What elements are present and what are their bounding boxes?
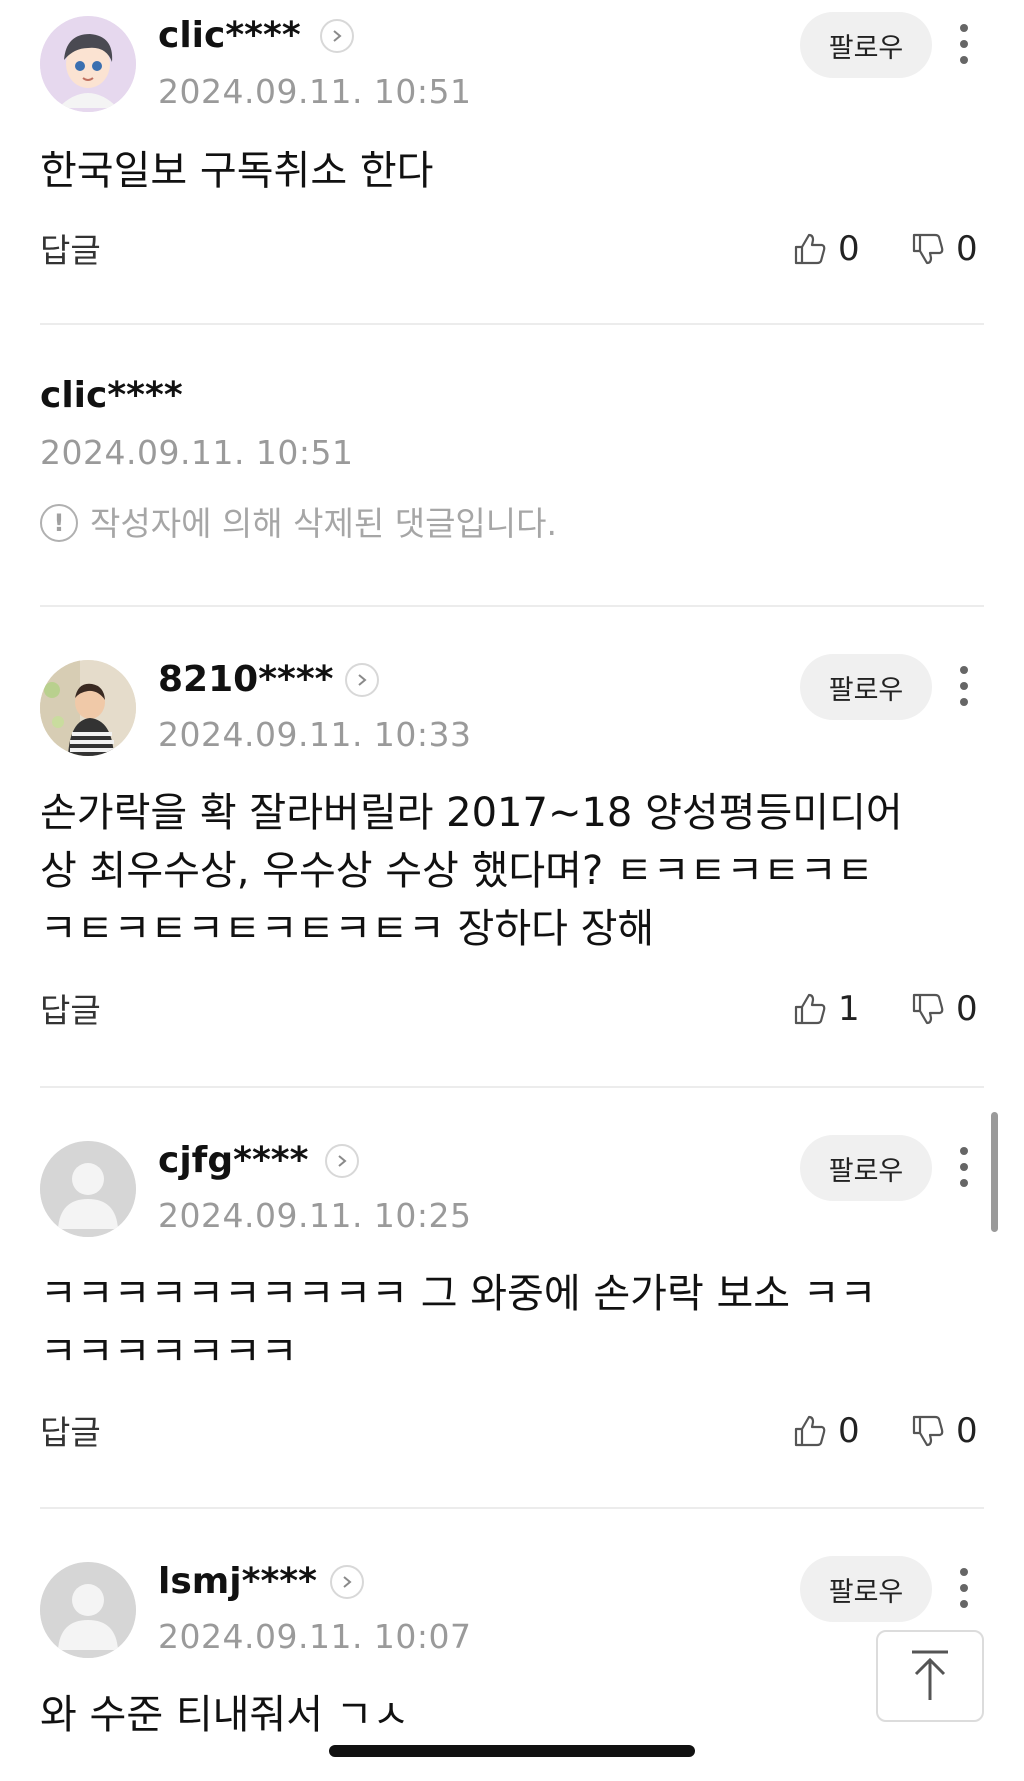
- exclamation-circle-icon: !: [40, 504, 78, 542]
- comment-text: 한국일보 구독취소 한다: [40, 148, 434, 194]
- more-vertical-icon[interactable]: [944, 1137, 984, 1197]
- comment-item: lsmj**** 2024.09.11. 10:07 팔로우 와 수준 티내줘서…: [40, 1510, 984, 1781]
- divider: [40, 323, 984, 325]
- scrollbar[interactable]: [991, 1112, 998, 1232]
- comment-text: ㅋㅋㅋㅋㅋㅋㅋㅋㅋㅋ 그 와중에 손가락 보소 ㅋㅋ ㅋㅋㅋㅋㅋㅋㅋ: [40, 1271, 877, 1375]
- home-indicator[interactable]: [329, 1745, 695, 1757]
- username[interactable]: 8210****: [158, 662, 334, 698]
- like-count: 0: [838, 1411, 860, 1451]
- dislike-count: 0: [956, 229, 978, 269]
- avatar[interactable]: [40, 660, 136, 756]
- chevron-right-icon[interactable]: [330, 1565, 364, 1599]
- dislike-button[interactable]: 0: [910, 1413, 978, 1449]
- reply-button[interactable]: 답글: [40, 1416, 101, 1449]
- deleted-notice: ! 작성자에 의해 삭제된 댓글입니다.: [40, 504, 557, 542]
- comment-item: cjfg**** 2024.09.11. 10:25 팔로우 ㅋㅋㅋㅋㅋㅋㅋㅋㅋ…: [40, 1089, 984, 1505]
- follow-button[interactable]: 팔로우: [800, 654, 932, 720]
- username[interactable]: lsmj****: [158, 1564, 317, 1600]
- like-button[interactable]: 0: [792, 1413, 860, 1449]
- comment-item: clic**** 2024.09.11. 10:51 팔로우 한국일보 구독취소…: [40, 0, 984, 320]
- divider: [40, 1086, 984, 1088]
- chevron-right-icon[interactable]: [325, 1144, 359, 1178]
- avatar[interactable]: [40, 1141, 136, 1237]
- chevron-right-icon[interactable]: [345, 663, 379, 697]
- timestamp: 2024.09.11. 10:07: [158, 1617, 472, 1656]
- more-vertical-icon[interactable]: [944, 656, 984, 716]
- dislike-button[interactable]: 0: [910, 231, 978, 267]
- follow-button[interactable]: 팔로우: [800, 12, 932, 78]
- thumbs-down-icon: [912, 233, 944, 265]
- follow-button[interactable]: 팔로우: [800, 1135, 932, 1201]
- avatar[interactable]: [40, 16, 136, 112]
- comment-list-page: clic**** 2024.09.11. 10:51 팔로우 한국일보 구독취소…: [0, 0, 1024, 1781]
- dislike-button[interactable]: 0: [910, 991, 978, 1027]
- username[interactable]: clic****: [158, 18, 301, 54]
- thumbs-up-icon: [794, 1415, 826, 1447]
- thumbs-down-icon: [912, 1415, 944, 1447]
- reply-button[interactable]: 답글: [40, 234, 101, 267]
- timestamp: 2024.09.11. 10:51: [158, 72, 472, 111]
- divider: [40, 1507, 984, 1509]
- divider: [40, 605, 984, 607]
- thumbs-up-icon: [794, 233, 826, 265]
- username[interactable]: cjfg****: [158, 1143, 308, 1179]
- scroll-to-top-button[interactable]: [876, 1630, 984, 1722]
- arrow-up-icon: [912, 1650, 948, 1700]
- dislike-count: 0: [956, 1411, 978, 1451]
- username[interactable]: clic****: [40, 378, 183, 414]
- like-button[interactable]: 0: [792, 231, 860, 267]
- comment-text: 와 수준 티내줘서 ㄱㅅ: [40, 1692, 410, 1738]
- thumbs-up-icon: [794, 993, 826, 1025]
- avatar[interactable]: [40, 1562, 136, 1658]
- like-count: 1: [838, 989, 860, 1029]
- comment-text: 손가락을 확 잘라버릴라 2017~18 양성평등미디어 상 최우수상, 우수상…: [40, 790, 903, 952]
- like-button[interactable]: 1: [792, 991, 860, 1027]
- more-vertical-icon[interactable]: [944, 14, 984, 74]
- comment-item-deleted: clic**** 2024.09.11. 10:51 ! 작성자에 의해 삭제된…: [40, 326, 984, 606]
- chevron-right-icon[interactable]: [320, 19, 354, 53]
- follow-button[interactable]: 팔로우: [800, 1556, 932, 1622]
- timestamp: 2024.09.11. 10:25: [158, 1196, 472, 1235]
- reply-button[interactable]: 답글: [40, 994, 101, 1027]
- dislike-count: 0: [956, 989, 978, 1029]
- timestamp: 2024.09.11. 10:51: [40, 433, 354, 472]
- comment-item: 8210**** 2024.09.11. 10:33 팔로우 손가락을 확 잘라…: [40, 608, 984, 1084]
- like-count: 0: [838, 229, 860, 269]
- deleted-text: 작성자에 의해 삭제된 댓글입니다.: [90, 503, 557, 543]
- thumbs-down-icon: [912, 993, 944, 1025]
- more-vertical-icon[interactable]: [944, 1558, 984, 1618]
- timestamp: 2024.09.11. 10:33: [158, 715, 472, 754]
